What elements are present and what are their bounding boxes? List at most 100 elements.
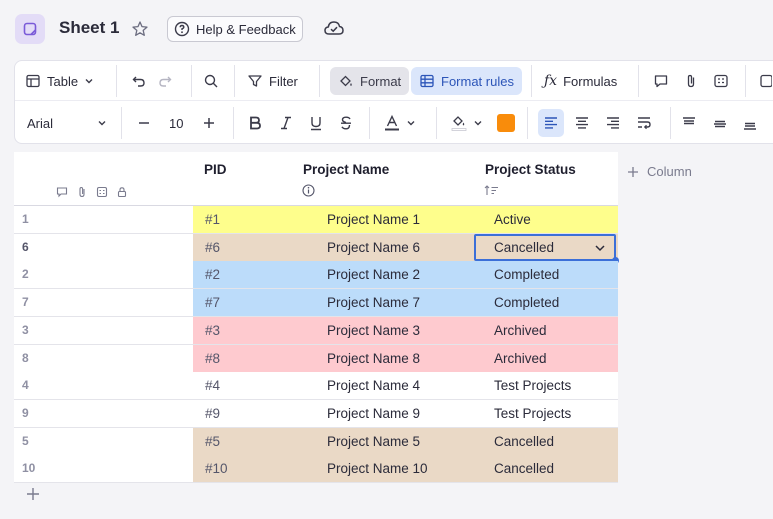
project-name-cell[interactable]: Project Name 2 [327, 261, 420, 288]
pid-cell[interactable]: #6 [205, 234, 220, 261]
font-family-select[interactable]: Arial [27, 109, 107, 137]
project-status-cell[interactable]: Test Projects [494, 372, 571, 399]
project-name-cell[interactable]: Project Name 5 [327, 428, 420, 455]
project-status-cell[interactable]: Active [494, 206, 531, 233]
project-name-cell[interactable]: Project Name 9 [327, 400, 420, 427]
row-cells: #6 Project Name 6 Cancelled [193, 233, 619, 264]
grid-rules-icon [420, 74, 434, 88]
project-name-cell[interactable]: Project Name 3 [327, 317, 420, 344]
table-row[interactable]: 3 #3 Project Name 3 Archived [14, 316, 618, 345]
project-name-cell[interactable]: Project Name 7 [327, 289, 420, 316]
project-status-cell[interactable]: Test Projects [494, 400, 571, 427]
fill-color-button[interactable] [451, 109, 483, 137]
row-number[interactable]: 8 [14, 344, 193, 372]
more-button[interactable] [758, 67, 772, 95]
strikethrough-button[interactable] [339, 109, 353, 137]
row-number[interactable]: 3 [14, 316, 193, 344]
pid-cell[interactable]: #2 [205, 261, 220, 288]
row-number[interactable]: 4 [14, 372, 193, 400]
valign-top-button[interactable] [681, 109, 697, 137]
row-number[interactable]: 10 [14, 455, 193, 483]
align-right-button[interactable] [605, 109, 621, 137]
redo-button[interactable] [157, 67, 173, 95]
pid-cell[interactable]: #5 [205, 428, 220, 455]
project-status-cell[interactable]: Cancelled [494, 455, 554, 482]
project-name-cell[interactable]: Project Name 6 [327, 234, 420, 261]
table-row[interactable]: 4 #4 Project Name 4 Test Projects [14, 372, 618, 401]
help-feedback-button[interactable]: Help & Feedback [167, 16, 303, 42]
font-size-increase-button[interactable] [202, 109, 216, 137]
table-row[interactable]: 2 #2 Project Name 2 Completed [14, 261, 618, 290]
pid-cell[interactable]: #8 [205, 345, 220, 372]
font-size-decrease-button[interactable] [137, 109, 151, 137]
project-name-cell[interactable]: Project Name 8 [327, 345, 420, 372]
row-number[interactable]: 7 [14, 289, 193, 317]
top-bar: Sheet 1 Help & Feedback [0, 0, 773, 58]
pid-cell[interactable]: #9 [205, 400, 220, 427]
format-button[interactable]: Format [330, 67, 410, 95]
forms-button[interactable] [713, 67, 729, 95]
attachments-button[interactable] [683, 67, 699, 95]
toolbar-divider [531, 65, 532, 97]
pid-cell[interactable]: #3 [205, 317, 220, 344]
project-name-cell[interactable]: Project Name 1 [327, 206, 420, 233]
selected-cell-dropdown[interactable] [474, 233, 619, 264]
column-header-project-name[interactable]: Project Name [303, 162, 389, 177]
star-icon[interactable] [131, 20, 149, 38]
row-number[interactable]: 6 [14, 233, 193, 261]
underline-button[interactable] [309, 109, 323, 137]
row-number[interactable]: 5 [14, 427, 193, 455]
add-column-button[interactable]: Column [627, 164, 692, 179]
project-status-cell[interactable]: Archived [494, 345, 547, 372]
add-row-button[interactable] [26, 487, 40, 501]
project-status-cell[interactable]: Cancelled [494, 428, 554, 455]
table-row[interactable]: 1 #1 Project Name 1 Active [14, 206, 618, 234]
search-button[interactable] [203, 67, 219, 95]
pid-cell[interactable]: #1 [205, 206, 220, 233]
italic-icon [281, 116, 291, 130]
font-size-value[interactable]: 10 [169, 109, 183, 137]
project-name-cell[interactable]: Project Name 10 [327, 455, 428, 482]
sheet-title[interactable]: Sheet 1 [59, 18, 119, 38]
text-color-button[interactable] [384, 109, 416, 137]
row-number[interactable]: 1 [14, 206, 193, 233]
table-row[interactable]: 8 #8 Project Name 8 Archived [14, 344, 618, 373]
align-left-button[interactable] [538, 109, 564, 137]
table-row[interactable]: 10 #10 Project Name 10 Cancelled [14, 455, 618, 484]
table-row[interactable]: 7 #7 Project Name 7 Completed [14, 289, 618, 318]
column-header-pid[interactable]: PID [204, 162, 227, 177]
project-status-cell[interactable]: Completed [494, 289, 559, 316]
info-icon[interactable] [302, 184, 315, 202]
comments-button[interactable] [653, 67, 669, 95]
view-selector[interactable]: Table [25, 67, 94, 95]
formulas-button[interactable]: ƒx Formulas [544, 67, 617, 95]
chevron-down-icon[interactable] [594, 242, 606, 254]
filter-button[interactable]: Filter [247, 67, 298, 95]
pid-cell[interactable]: #7 [205, 289, 220, 316]
valign-middle-button[interactable] [712, 109, 728, 137]
format-rules-button[interactable]: Format rules [411, 67, 522, 95]
column-header-row: PID Project Name Project Status [14, 152, 618, 206]
sort-icon[interactable] [484, 184, 500, 202]
row-number[interactable]: 2 [14, 261, 193, 289]
italic-button[interactable] [279, 109, 293, 137]
align-center-button[interactable] [574, 109, 590, 137]
column-header-project-status[interactable]: Project Status [485, 162, 576, 177]
project-status-cell[interactable]: Completed [494, 261, 559, 288]
fill-color-swatch[interactable] [497, 109, 515, 137]
project-status-cell[interactable]: Archived [494, 317, 547, 344]
table-row[interactable]: 6 #6 Project Name 6 Cancelled [14, 233, 619, 264]
bold-button[interactable] [248, 109, 262, 137]
pid-cell[interactable]: #10 [205, 455, 228, 482]
pid-cell[interactable]: #4 [205, 372, 220, 399]
valign-bottom-button[interactable] [742, 109, 758, 137]
cloud-check-icon[interactable] [323, 17, 345, 39]
wrap-text-button[interactable] [636, 109, 652, 137]
row-number[interactable]: 9 [14, 399, 193, 427]
undo-button[interactable] [131, 67, 147, 95]
table-row[interactable]: 9 #9 Project Name 9 Test Projects [14, 399, 618, 428]
orange-swatch [497, 114, 515, 132]
project-name-cell[interactable]: Project Name 4 [327, 372, 420, 399]
table-row[interactable]: 5 #5 Project Name 5 Cancelled [14, 427, 618, 456]
sheet-app-icon[interactable] [15, 14, 45, 44]
